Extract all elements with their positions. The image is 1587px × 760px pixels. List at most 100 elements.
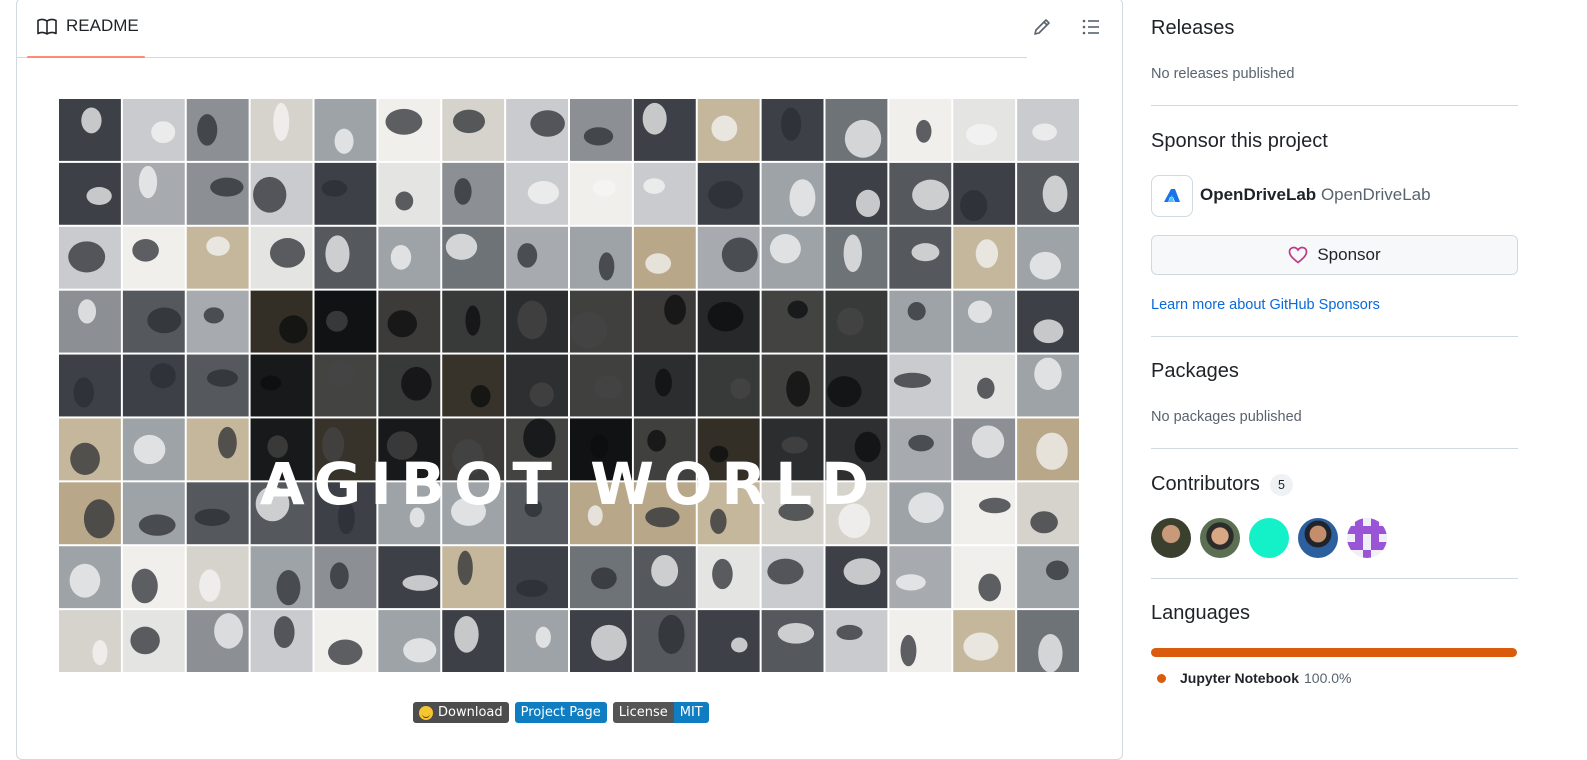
mosaic-tile-detail: [965, 123, 998, 146]
mosaic-tile-detail: [402, 575, 439, 591]
mosaic-tile-detail: [255, 486, 290, 522]
mosaic-tile-detail: [587, 505, 603, 526]
mosaic-tile-detail: [321, 180, 348, 197]
packages-heading[interactable]: Packages: [1151, 360, 1239, 383]
mosaic-tile-shade: [506, 418, 568, 481]
huggingface-icon: [419, 705, 433, 720]
mosaic-tile-detail: [395, 191, 414, 211]
mosaic-tile: [186, 226, 249, 289]
mosaic-tile-detail: [330, 562, 349, 590]
mosaic-tile-detail: [138, 165, 158, 199]
pencil-icon[interactable]: [1032, 17, 1052, 37]
mosaic-tile-detail: [517, 243, 538, 268]
mosaic-tile-detail: [273, 616, 295, 649]
mosaic-tile-detail: [710, 508, 727, 534]
opendrivelab-avatar[interactable]: [1151, 175, 1193, 217]
sponsor-org-login[interactable]: OpenDriveLab: [1200, 185, 1316, 204]
mosaic-tile-detail: [194, 508, 230, 526]
mosaic-tile-shade: [442, 354, 505, 417]
mosaic-tile-detail: [454, 178, 472, 205]
mosaic-tile-shade: [250, 418, 313, 481]
mosaic-tile-detail: [978, 497, 1011, 514]
contributor-avatar[interactable]: [1151, 518, 1191, 558]
contributors-heading[interactable]: Contributors: [1151, 473, 1260, 496]
mosaic-tile-detail: [253, 176, 287, 213]
download-badge[interactable]: Download: [413, 702, 509, 723]
mosaic-tile-detail: [975, 239, 999, 268]
mosaic-tile: [889, 290, 952, 353]
mosaic-tile-detail: [592, 179, 616, 197]
mosaic-tile-detail: [276, 570, 301, 606]
mosaic-tile: [59, 610, 121, 672]
mosaic-tile-detail: [769, 233, 801, 264]
mosaic-tile-detail: [197, 114, 218, 146]
mosaic-tile-detail: [328, 639, 363, 666]
contributor-avatar[interactable]: [1298, 518, 1338, 558]
mosaic-tile: [442, 162, 505, 225]
mosaic-tile-shade: [506, 290, 568, 353]
mosaic-tile-detail: [409, 507, 425, 528]
sponsor-button[interactable]: Sponsor: [1151, 235, 1518, 275]
mosaic-tile: [186, 99, 249, 161]
mosaic-tile-detail: [203, 307, 224, 324]
mosaic-tile-detail: [131, 568, 158, 604]
readme-tab[interactable]: README: [27, 0, 145, 58]
mosaic-tile: [122, 354, 185, 417]
mosaic-tile-detail: [963, 632, 999, 661]
contributor-avatar[interactable]: [1347, 518, 1387, 558]
mosaic-tile-detail: [912, 179, 950, 211]
mosaic-tile-detail: [69, 563, 101, 598]
mosaic-tile-detail: [325, 235, 350, 273]
heart-icon: [1288, 246, 1308, 264]
mosaic-tile: [1017, 546, 1079, 609]
mosaic-tile-detail: [81, 107, 102, 134]
language-percent: 100.0%: [1304, 670, 1352, 686]
language-item[interactable]: Jupyter Notebook 100.0%: [1157, 670, 1352, 686]
download-badge-body: Download: [413, 702, 509, 723]
mosaic-tile-shade: [633, 354, 696, 417]
tab-underline: [27, 56, 145, 58]
license-badge-right: MIT: [673, 702, 709, 723]
mosaic-tile-detail: [457, 550, 473, 586]
contributor-avatar[interactable]: [1200, 518, 1240, 558]
mosaic-tile-detail: [385, 108, 423, 135]
mosaic-tile: [633, 99, 696, 161]
mosaic-tile: [378, 482, 441, 545]
mosaic-tile-detail: [78, 299, 97, 324]
license-badge-value: MIT: [679, 705, 703, 720]
mosaic-tile-detail: [967, 300, 992, 324]
mosaic-tile-detail: [916, 119, 932, 143]
project-page-badge[interactable]: Project Page: [514, 702, 607, 723]
divider: [1151, 578, 1518, 579]
mosaic-tile-shade: [633, 418, 696, 481]
mosaic-tile-shade: [378, 418, 441, 481]
mosaic-tile-shade: [633, 290, 696, 353]
mosaic-tile-detail: [591, 624, 627, 661]
badge-row: Download Project Page License MIT: [413, 702, 709, 723]
releases-heading[interactable]: Releases: [1151, 17, 1234, 40]
list-icon[interactable]: [1081, 17, 1101, 37]
learn-more-sponsors-link[interactable]: Learn more about GitHub Sponsors: [1151, 297, 1380, 313]
mosaic-tile-detail: [712, 558, 733, 590]
mosaic-tile-detail: [843, 234, 862, 273]
packages-empty-text: No packages published: [1151, 409, 1302, 425]
mosaic-tile: [697, 610, 760, 672]
license-badge[interactable]: License MIT: [612, 702, 709, 723]
mosaic-tile-detail: [721, 237, 758, 273]
contributors-avatars: [1151, 518, 1387, 558]
license-badge-left: License: [612, 702, 674, 723]
mosaic-tile-detail: [535, 626, 551, 648]
mosaic-tile-detail: [838, 503, 871, 539]
mosaic-tile-detail: [855, 189, 881, 217]
mosaic-tile: [186, 418, 249, 481]
mosaic-tile: [442, 226, 505, 289]
mosaic-tile-shade: [314, 290, 377, 353]
language-name: Jupyter Notebook: [1180, 670, 1300, 686]
mosaic-tile-detail: [269, 238, 306, 268]
mosaic-tile-detail: [777, 623, 815, 644]
sponsor-org[interactable]: OpenDriveLab OpenDriveLab: [1200, 185, 1431, 205]
download-badge-label: Download: [438, 705, 503, 720]
mosaic-tile-detail: [337, 501, 355, 535]
mosaic-tile-shade: [825, 290, 888, 353]
contributor-avatar[interactable]: [1249, 518, 1289, 558]
